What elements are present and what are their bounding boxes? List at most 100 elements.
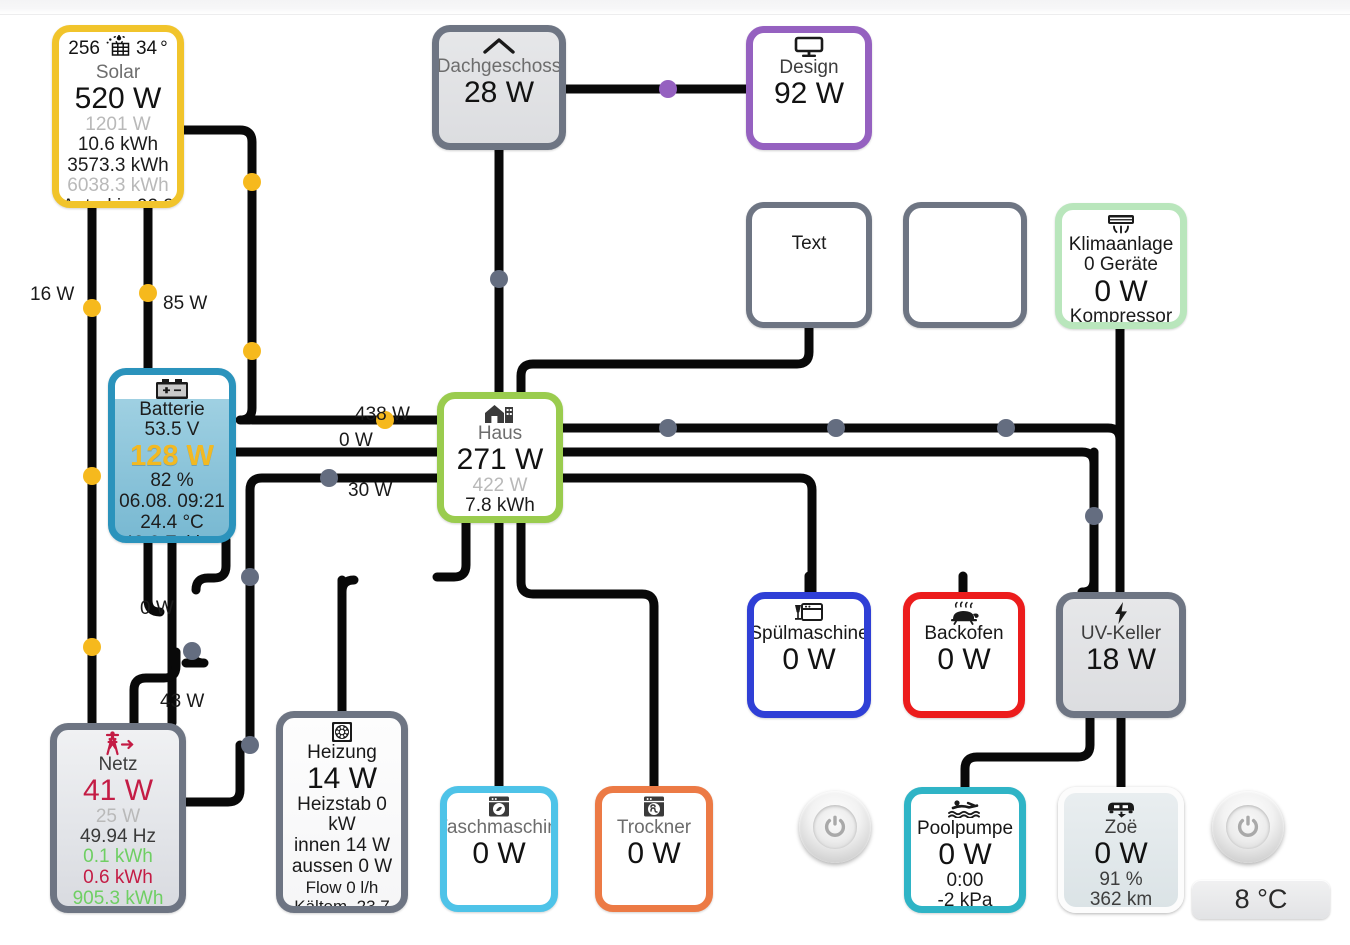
netz-power-muted: 25 W bbox=[95, 805, 141, 827]
power-icon bbox=[813, 805, 857, 849]
flow-dot-solar bbox=[83, 299, 101, 317]
heizung-title: Heizung bbox=[307, 742, 377, 763]
batterie-timestamp: 06.08. 09:21 bbox=[119, 491, 225, 513]
card-haus[interactable]: Haus 271 W 422 W 7.8 kWh 3624 kWh 6123 k… bbox=[437, 392, 563, 523]
card-dachgeschoss[interactable]: Dachgeschoss 28 W bbox=[432, 25, 566, 150]
flow-label-grid-in: 43 W bbox=[160, 691, 205, 712]
batterie-temperature: 24.4 °C bbox=[140, 512, 204, 534]
klimaanlage-power: 0 W bbox=[1094, 274, 1148, 308]
batterie-soc: 82 % bbox=[150, 470, 194, 492]
design-title: Design bbox=[779, 57, 839, 78]
flow-dot-neutral bbox=[659, 419, 677, 437]
solar-energy-total: 3573.3 kWh bbox=[67, 154, 169, 176]
swimmer-icon bbox=[947, 798, 983, 818]
haus-power-muted: 422 W bbox=[472, 474, 528, 496]
waschmaschine-title: Waschmaschine bbox=[446, 817, 558, 838]
solar-panel-icon bbox=[103, 34, 133, 63]
solar-title: Solar bbox=[95, 62, 141, 83]
card-zoe[interactable]: Zoë 0 W 91 % 362 km bbox=[1058, 787, 1184, 913]
flow-dot-neutral bbox=[241, 568, 259, 586]
heizung-kaeltemittel: Kältem. 23.7 °C bbox=[294, 897, 390, 913]
design-power: 92 W bbox=[773, 76, 845, 110]
card-solar[interactable]: 256 34 ° Solar 520 W 1201 W 10.6 kWh 357… bbox=[52, 25, 184, 208]
dryer-icon bbox=[641, 796, 667, 817]
flow-label-battery-zero: 0 W bbox=[339, 430, 373, 451]
zoe-soc: 91 % bbox=[1099, 868, 1143, 890]
card-spuelmaschine[interactable]: Spülmaschine 0 W bbox=[747, 592, 871, 718]
solar-power-max: 1201 W bbox=[85, 113, 151, 135]
netz-feedin-total: 905.3 kWh bbox=[72, 887, 164, 909]
haus-energy-total: 3624 kWh bbox=[457, 516, 543, 517]
batterie-voltage: 53.5 V bbox=[144, 418, 200, 440]
uv-keller-power: 18 W bbox=[1085, 642, 1157, 676]
card-text-placeholder[interactable]: Text bbox=[746, 202, 872, 328]
batterie-power: 128 W bbox=[130, 439, 214, 472]
card-netz[interactable]: Netz 41 W 25 W 49.94 Hz 0.1 kWh 0.6 kWh … bbox=[50, 723, 186, 913]
flow-dot-neutral bbox=[490, 270, 508, 288]
flow-dot-neutral bbox=[241, 736, 259, 754]
card-batterie[interactable]: Batterie 53.5 V 128 W 82 % 06.08. 09:21 … bbox=[108, 368, 236, 543]
card-blank-placeholder[interactable] bbox=[903, 202, 1027, 328]
card-backofen[interactable]: Backofen 0 W bbox=[903, 592, 1025, 718]
house-icon bbox=[483, 403, 517, 423]
lightning-bolt-icon bbox=[1111, 602, 1131, 624]
heizung-power: 14 W bbox=[306, 761, 378, 795]
solar-energy-today: 10.6 kWh bbox=[77, 133, 159, 155]
washing-machine-icon bbox=[486, 796, 512, 817]
uv-keller-title: UV-Keller bbox=[1080, 623, 1162, 644]
power-button-left[interactable] bbox=[799, 791, 871, 863]
netz-power: 41 W bbox=[82, 773, 154, 807]
flow-dot-solar bbox=[139, 284, 157, 302]
flow-label-solar-to-house: 438 W bbox=[355, 404, 410, 425]
poolpumpe-runtime: 0:00 bbox=[946, 869, 984, 891]
flow-dot-solar bbox=[243, 173, 261, 191]
temperature-value: 8 °C bbox=[1234, 884, 1288, 914]
heizung-flow: Flow 0 l/h bbox=[305, 878, 379, 898]
monitor-icon bbox=[792, 36, 826, 57]
card-waschmaschine[interactable]: Waschmaschine 0 W bbox=[440, 786, 558, 912]
flow-label-solar-to-battery: 85 W bbox=[163, 293, 208, 314]
zoe-range: 362 km bbox=[1089, 889, 1153, 911]
card-trockner[interactable]: Trockner 0 W bbox=[595, 786, 713, 912]
dachgeschoss-power: 28 W bbox=[463, 75, 535, 109]
car-icon bbox=[1104, 797, 1138, 818]
flow-dot-neutral bbox=[1085, 507, 1103, 525]
heizung-heizstab: Heizstab 0 kW bbox=[297, 793, 387, 836]
haus-power: 271 W bbox=[456, 442, 544, 476]
solar-angle-value: 34 bbox=[135, 38, 158, 59]
flow-dot-solar bbox=[83, 467, 101, 485]
poolpumpe-temperature: 19.4 °C bbox=[933, 912, 997, 913]
card-design[interactable]: Design 92 W bbox=[746, 26, 872, 150]
poolpumpe-title: Poolpumpe bbox=[916, 818, 1014, 839]
flow-dot-neutral bbox=[183, 642, 201, 660]
power-button-right[interactable] bbox=[1212, 791, 1284, 863]
grid-tower-icon bbox=[100, 731, 136, 756]
heizung-aussen: aussen 0 W bbox=[291, 856, 393, 878]
card-poolpumpe[interactable]: Poolpumpe 0 W 0:00 -2 kPa 19.4 °C bbox=[904, 787, 1026, 913]
zoe-title: Zoë bbox=[1104, 817, 1138, 838]
roof-icon bbox=[479, 36, 519, 56]
heat-pump-icon bbox=[330, 722, 354, 742]
power-icon bbox=[1226, 805, 1270, 849]
backofen-power: 0 W bbox=[937, 642, 991, 676]
dachgeschoss-title: Dachgeschoss bbox=[436, 56, 562, 77]
solar-energy-total-muted: 6038.3 kWh bbox=[67, 175, 169, 197]
text-placeholder-label: Text bbox=[791, 233, 827, 254]
spuelmaschine-power: 0 W bbox=[782, 642, 836, 676]
card-klimaanlage[interactable]: Klimaanlage 0 Geräte 0 W Kompressor 0 % … bbox=[1055, 203, 1187, 329]
oven-icon bbox=[946, 601, 982, 625]
poolpumpe-pressure: -2 kPa bbox=[937, 890, 993, 912]
flow-label-battery-to-house: 30 W bbox=[348, 480, 393, 501]
solar-autarkie: Autarkie 92.8 % bbox=[62, 195, 174, 208]
solar-power: 520 W bbox=[74, 81, 162, 115]
flow-label-grid-to-battery: 16 W bbox=[30, 284, 75, 305]
temperature-display[interactable]: 8 °C bbox=[1192, 880, 1330, 919]
waschmaschine-power: 0 W bbox=[472, 836, 526, 870]
solar-angle-degree: ° bbox=[160, 38, 168, 59]
card-uv-keller[interactable]: UV-Keller 18 W bbox=[1056, 592, 1186, 718]
batterie-cycles: 48.2 Zyklen bbox=[123, 533, 221, 536]
card-heizung[interactable]: Heizung 14 W Heizstab 0 kW innen 14 W au… bbox=[276, 711, 408, 913]
solar-sensor-row: 256 34 ° bbox=[59, 34, 177, 63]
flow-dot-solar bbox=[83, 638, 101, 656]
klimaanlage-compressor: Kompressor 0 % bbox=[1069, 306, 1173, 328]
